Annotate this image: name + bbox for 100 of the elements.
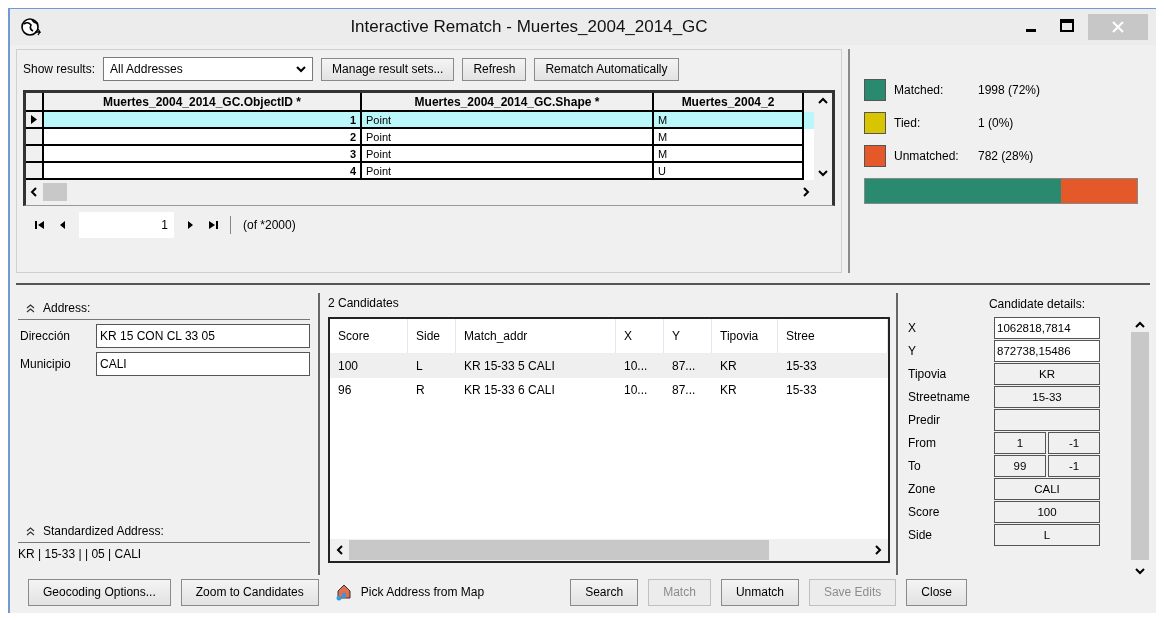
row-selector[interactable] [26, 163, 44, 180]
standardized-address: KR | 15-33 | | 05 | CALI [18, 546, 143, 563]
table-row[interactable]: 2 Point M [26, 129, 814, 146]
row-selector[interactable] [26, 129, 44, 146]
manage-result-sets-button[interactable]: Manage result sets... [321, 57, 455, 81]
action-button[interactable]: Search [570, 578, 639, 606]
field-label: Predir [908, 413, 941, 427]
record-count: (of *2000) [243, 218, 296, 232]
field-label: Streetname [908, 390, 972, 404]
scroll-right-icon [803, 187, 810, 197]
scroll-up-icon [818, 97, 828, 104]
scroll-down-icon [818, 170, 828, 177]
legend-value: 1 (0%) [978, 115, 1015, 130]
value-field: 872738,15486 [994, 340, 1100, 362]
value-field: 100 [994, 501, 1100, 523]
first-page-icon[interactable] [35, 220, 45, 230]
table-cell: U [654, 163, 804, 180]
legend-label: Tied: [894, 115, 922, 130]
value-field: 15-33 [994, 386, 1100, 408]
scroll-up-icon [1135, 321, 1145, 328]
action-button[interactable]: Geocoding Options... [28, 578, 171, 606]
section-title: Candidate details: [987, 296, 1087, 313]
table-cell-text: 15-33 [785, 383, 818, 397]
table-cell-text: 10... [623, 359, 649, 373]
table-cell-text: R [415, 383, 426, 397]
table-cell-text: KR 15-33 5 CALI [463, 359, 556, 373]
field-label: Y [908, 344, 917, 358]
column-header[interactable]: Side [408, 319, 456, 353]
section-title: Address: [43, 301, 91, 315]
current-row-icon [31, 115, 37, 124]
section-title: Standardized Address: [43, 524, 164, 538]
collapse-icon [26, 303, 35, 313]
row-selector[interactable] [26, 112, 44, 129]
table-row[interactable]: 1 Point M [26, 112, 814, 129]
last-page-icon[interactable] [208, 220, 218, 230]
row-selector[interactable] [26, 146, 44, 163]
horizontal-scrollbar[interactable] [330, 539, 888, 561]
field-label: From [908, 436, 937, 450]
table-cell-text: 87... [671, 383, 697, 397]
field-label: Dirección [20, 329, 71, 343]
pick-address-button[interactable]: Pick Address from Map [328, 583, 491, 601]
value-field: 1 [994, 432, 1046, 454]
column-header[interactable]: Stree [778, 319, 888, 353]
column-header[interactable]: Y [664, 319, 712, 353]
input-field[interactable]: KR 15 CON CL 33 05 [96, 324, 310, 348]
rematch-button[interactable]: Rematch Automatically [534, 57, 679, 81]
field-label: Score [908, 505, 941, 519]
action-button[interactable]: Unmatch [720, 578, 799, 606]
field-label: To [908, 459, 922, 473]
value-field: -1 [1048, 455, 1100, 477]
column-header[interactable]: X [616, 319, 664, 353]
scroll-left-icon [336, 545, 343, 555]
table-row[interactable]: 3 Point M [26, 146, 814, 163]
field-label: X [908, 321, 917, 335]
value-field: -1 [1048, 432, 1100, 454]
page-field[interactable]: 1 [79, 212, 174, 238]
app-icon [20, 17, 42, 37]
table-cell-text: 15-33 [785, 359, 818, 373]
value-field: CALI [994, 478, 1100, 500]
value-field: 1062818,7814 [994, 317, 1100, 339]
table-cell: 4 [44, 163, 362, 180]
window-title: Interactive Rematch - Muertes_2004_2014_GC [349, 17, 709, 37]
table-cell-text: KR [719, 383, 738, 397]
scroll-left-icon [30, 187, 37, 197]
scroll-right-icon [875, 545, 882, 555]
field-label: Zone [908, 482, 937, 496]
table-row[interactable]: 4 Point U [26, 163, 814, 180]
table-cell: Point [362, 163, 654, 180]
table-cell-text: 10... [623, 383, 649, 397]
candidates-count: 2 Candidates [328, 295, 400, 312]
table-cell-text: 100 [337, 359, 360, 373]
table-cell-text: KR 15-33 6 CALI [463, 383, 556, 397]
candidate-row[interactable]: 96 R KR 15-33 6 CALI 10... 87... KR 15-33 [330, 378, 888, 402]
scroll-down-icon [1135, 568, 1145, 575]
action-button[interactable]: Zoom to Candidates [180, 578, 319, 606]
column-header[interactable]: Tipovia [712, 319, 778, 353]
show-results-label: Show results: [23, 62, 96, 76]
legend-value: 782 (28%) [978, 148, 1035, 163]
field-label: Tipovia [908, 367, 948, 381]
legend-label: Matched: [894, 82, 945, 97]
caret-icon [296, 65, 307, 73]
value-field: 99 [994, 455, 1046, 477]
column-header[interactable]: Score [330, 319, 408, 353]
results-dropdown[interactable]: All Addresses [103, 57, 314, 81]
value-field: L [994, 524, 1100, 546]
refresh-button[interactable]: Refresh [462, 57, 527, 81]
legend-label: Unmatched: [894, 148, 960, 163]
value-field: KR [994, 363, 1100, 385]
column-header[interactable]: Match_addr [456, 319, 616, 353]
field-label: Municipio [20, 357, 72, 371]
input-field[interactable]: CALI [96, 352, 310, 376]
collapse-icon [26, 526, 35, 536]
scroll-thumb[interactable] [43, 183, 67, 201]
candidate-row[interactable]: 100 L KR 15-33 5 CALI 10... 87... KR 15-33 [330, 354, 888, 378]
table-cell-text: 87... [671, 359, 697, 373]
table-cell-text: 96 [337, 383, 353, 397]
house-icon [334, 583, 353, 601]
legend-value: 1998 (72%) [978, 82, 1042, 97]
table-cell-text: L [415, 359, 424, 373]
action-button[interactable]: Close [906, 578, 967, 606]
